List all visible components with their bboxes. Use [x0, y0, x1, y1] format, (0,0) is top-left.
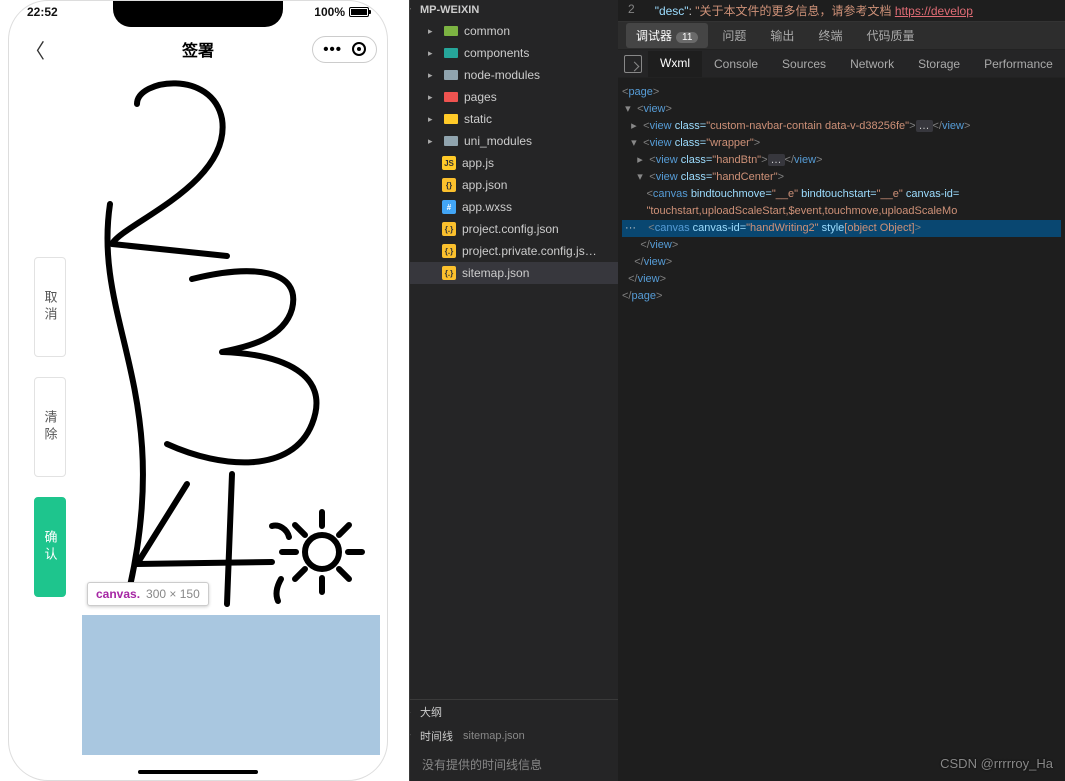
- confirm-button[interactable]: 确认: [34, 497, 66, 597]
- app-navbar: 〈 签署 •••: [9, 29, 387, 69]
- json-file-icon: {}: [442, 178, 456, 192]
- tab-network[interactable]: Network: [838, 52, 906, 76]
- line-number: 2: [628, 2, 635, 19]
- tab-code-quality[interactable]: 代码质量: [856, 23, 924, 48]
- tab-debugger[interactable]: 调试器11: [626, 23, 708, 48]
- tab-storage[interactable]: Storage: [906, 52, 972, 76]
- tab-output[interactable]: 输出: [760, 23, 804, 48]
- folder-static[interactable]: ▸static: [410, 108, 618, 130]
- back-icon[interactable]: 〈: [19, 31, 51, 68]
- folder-common[interactable]: ▸common: [410, 20, 618, 42]
- battery-icon: [349, 7, 369, 17]
- devtools-panel: 2 "desc": "关于本文件的更多信息，请参考文档 https://deve…: [618, 0, 1065, 781]
- tooltip-tag: canvas.: [96, 587, 140, 601]
- folder-icon: [444, 70, 458, 80]
- devtools-toolbar: Wxml Console Sources Network Storage Per…: [618, 50, 1065, 78]
- tab-performance[interactable]: Performance: [972, 52, 1065, 76]
- folder-icon: [444, 136, 458, 146]
- timeline-empty-message: 没有提供的时间线信息: [410, 748, 618, 781]
- file-app-wxss[interactable]: #app.wxss: [410, 196, 618, 218]
- folder-icon: [444, 92, 458, 102]
- explorer-panel: ▾MP-WEIXIN ▸common ▸components ▸node-mod…: [410, 0, 618, 781]
- folder-icon: [444, 48, 458, 58]
- json-file-icon: {.}: [442, 244, 456, 258]
- miniprogram-capsule[interactable]: •••: [312, 36, 377, 63]
- explorer-root[interactable]: ▾MP-WEIXIN: [410, 0, 618, 20]
- inspector-tooltip: canvas. 300 × 150: [87, 582, 209, 606]
- tab-terminal[interactable]: 终端: [808, 23, 852, 48]
- file-project-config[interactable]: {.}project.config.json: [410, 218, 618, 240]
- selected-dom-node[interactable]: ··· <canvas canvas-id="handWriting2" sty…: [622, 220, 1061, 237]
- clear-button[interactable]: 清除: [34, 377, 66, 477]
- tab-sources[interactable]: Sources: [770, 52, 838, 76]
- folder-uni-modules[interactable]: ▸uni_modules: [410, 130, 618, 152]
- json-file-icon: {.}: [442, 222, 456, 236]
- file-project-private-config[interactable]: {.}project.private.config.js…: [410, 240, 618, 262]
- wxml-dom-tree[interactable]: <page> ▾<view> ▸<view class="custom-navb…: [618, 78, 1065, 781]
- signature-canvas[interactable]: [82, 74, 380, 615]
- tab-console[interactable]: Console: [702, 52, 770, 76]
- home-indicator: [138, 770, 258, 774]
- tab-problems[interactable]: 问题: [712, 23, 756, 48]
- file-app-json[interactable]: {}app.json: [410, 174, 618, 196]
- simulator-panel: 22:52 100% 〈 签署 ••• 取消 清除 确认: [0, 0, 410, 781]
- status-time: 22:52: [27, 5, 58, 19]
- element-picker-icon[interactable]: [624, 55, 642, 73]
- folder-pages[interactable]: ▸pages: [410, 86, 618, 108]
- folder-components[interactable]: ▸components: [410, 42, 618, 64]
- json-file-icon: {.}: [442, 266, 456, 280]
- wxss-file-icon: #: [442, 200, 456, 214]
- file-app-js[interactable]: JSapp.js: [410, 152, 618, 174]
- count-badge: 11: [676, 32, 698, 43]
- folder-icon: [444, 26, 458, 36]
- tooltip-dimensions: 300 × 150: [146, 587, 200, 601]
- canvas-overlay-highlight: [82, 615, 380, 755]
- debugger-tab-bar: 调试器11 问题 输出 终端 代码质量: [618, 22, 1065, 50]
- watermark: CSDN @rrrrroy_Ha: [940, 756, 1053, 771]
- battery-percent: 100%: [314, 5, 345, 19]
- outline-header[interactable]: ▸大纲: [410, 700, 618, 724]
- tab-wxml[interactable]: Wxml: [648, 51, 702, 77]
- editor-line[interactable]: 2 "desc": "关于本文件的更多信息，请参考文档 https://deve…: [618, 0, 1065, 22]
- timeline-header[interactable]: ▾时间线sitemap.json: [410, 724, 618, 748]
- folder-icon: [444, 114, 458, 124]
- cancel-button[interactable]: 取消: [34, 257, 66, 357]
- page-title: 签署: [182, 37, 214, 61]
- close-target-icon[interactable]: [352, 42, 366, 56]
- js-file-icon: JS: [442, 156, 456, 170]
- folder-node-modules[interactable]: ▸node-modules: [410, 64, 618, 86]
- file-sitemap-json[interactable]: {.}sitemap.json: [410, 262, 618, 284]
- file-tree[interactable]: ▸common ▸components ▸node-modules ▸pages…: [410, 20, 618, 699]
- phone-notch: [113, 1, 283, 27]
- menu-dots-icon[interactable]: •••: [323, 41, 342, 58]
- phone-frame: 22:52 100% 〈 签署 ••• 取消 清除 确认: [8, 0, 388, 781]
- chevron-right-icon: ▸: [428, 26, 438, 37]
